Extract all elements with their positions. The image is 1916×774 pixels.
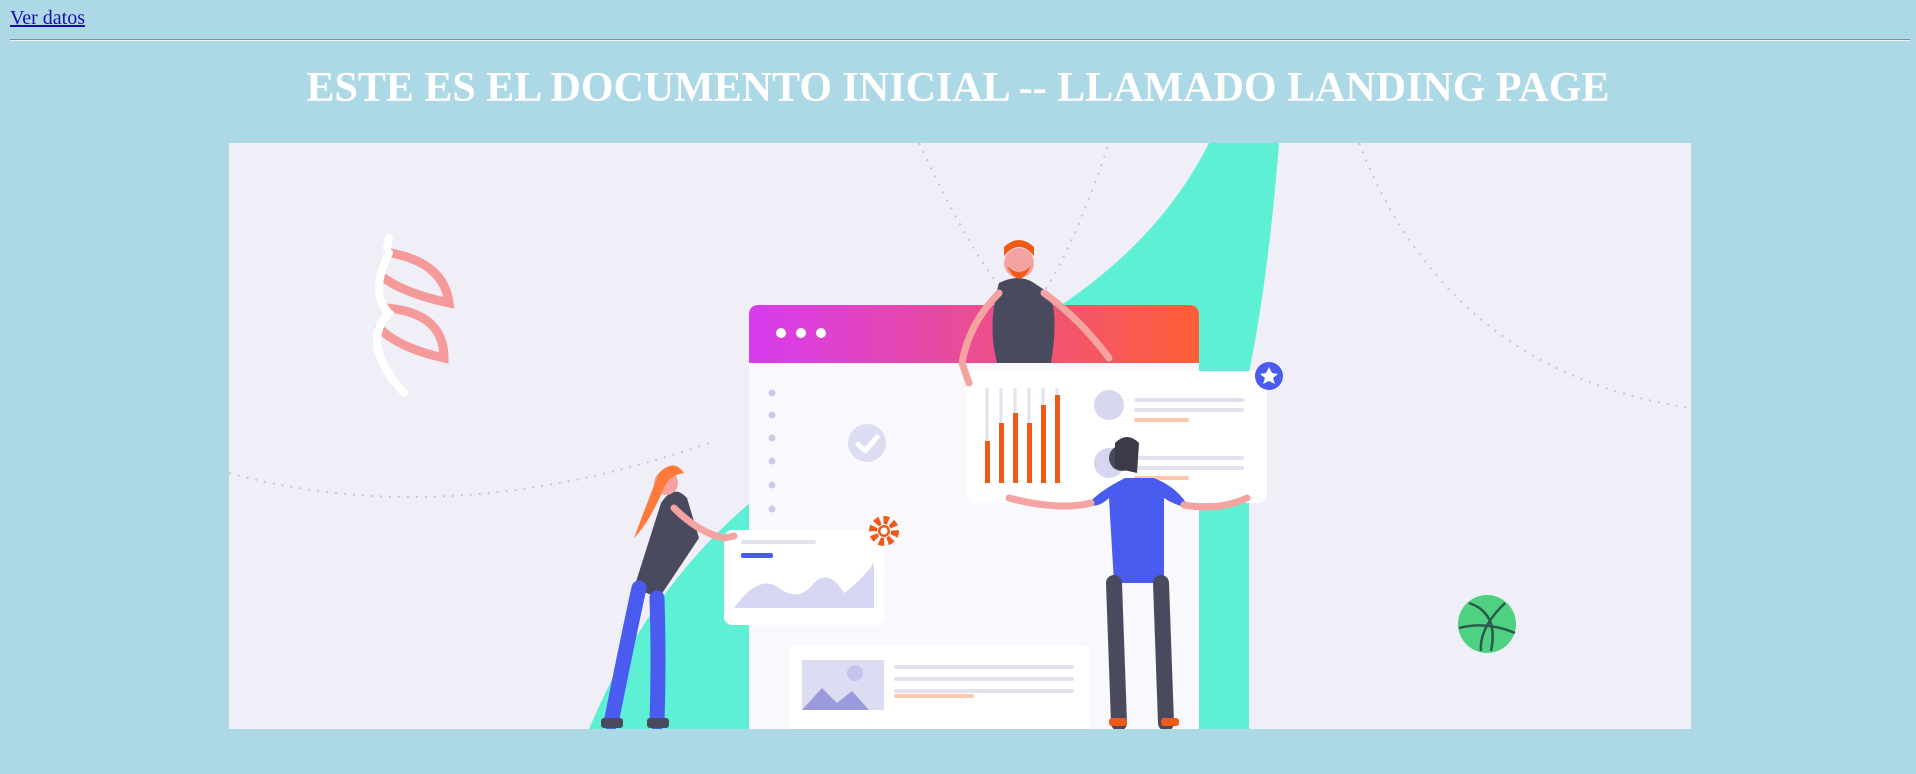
gear-icon (869, 516, 899, 546)
hero-illustration (229, 143, 1691, 729)
area-chart-card (724, 516, 899, 625)
page-title: ESTE ES EL DOCUMENTO INICIAL -- LLAMADO … (306, 65, 1610, 111)
green-ball-icon (1458, 595, 1516, 653)
ver-datos-link[interactable]: Ver datos (10, 7, 85, 30)
check-icon (848, 424, 886, 462)
divider (10, 39, 1910, 41)
image-card (789, 646, 1089, 729)
